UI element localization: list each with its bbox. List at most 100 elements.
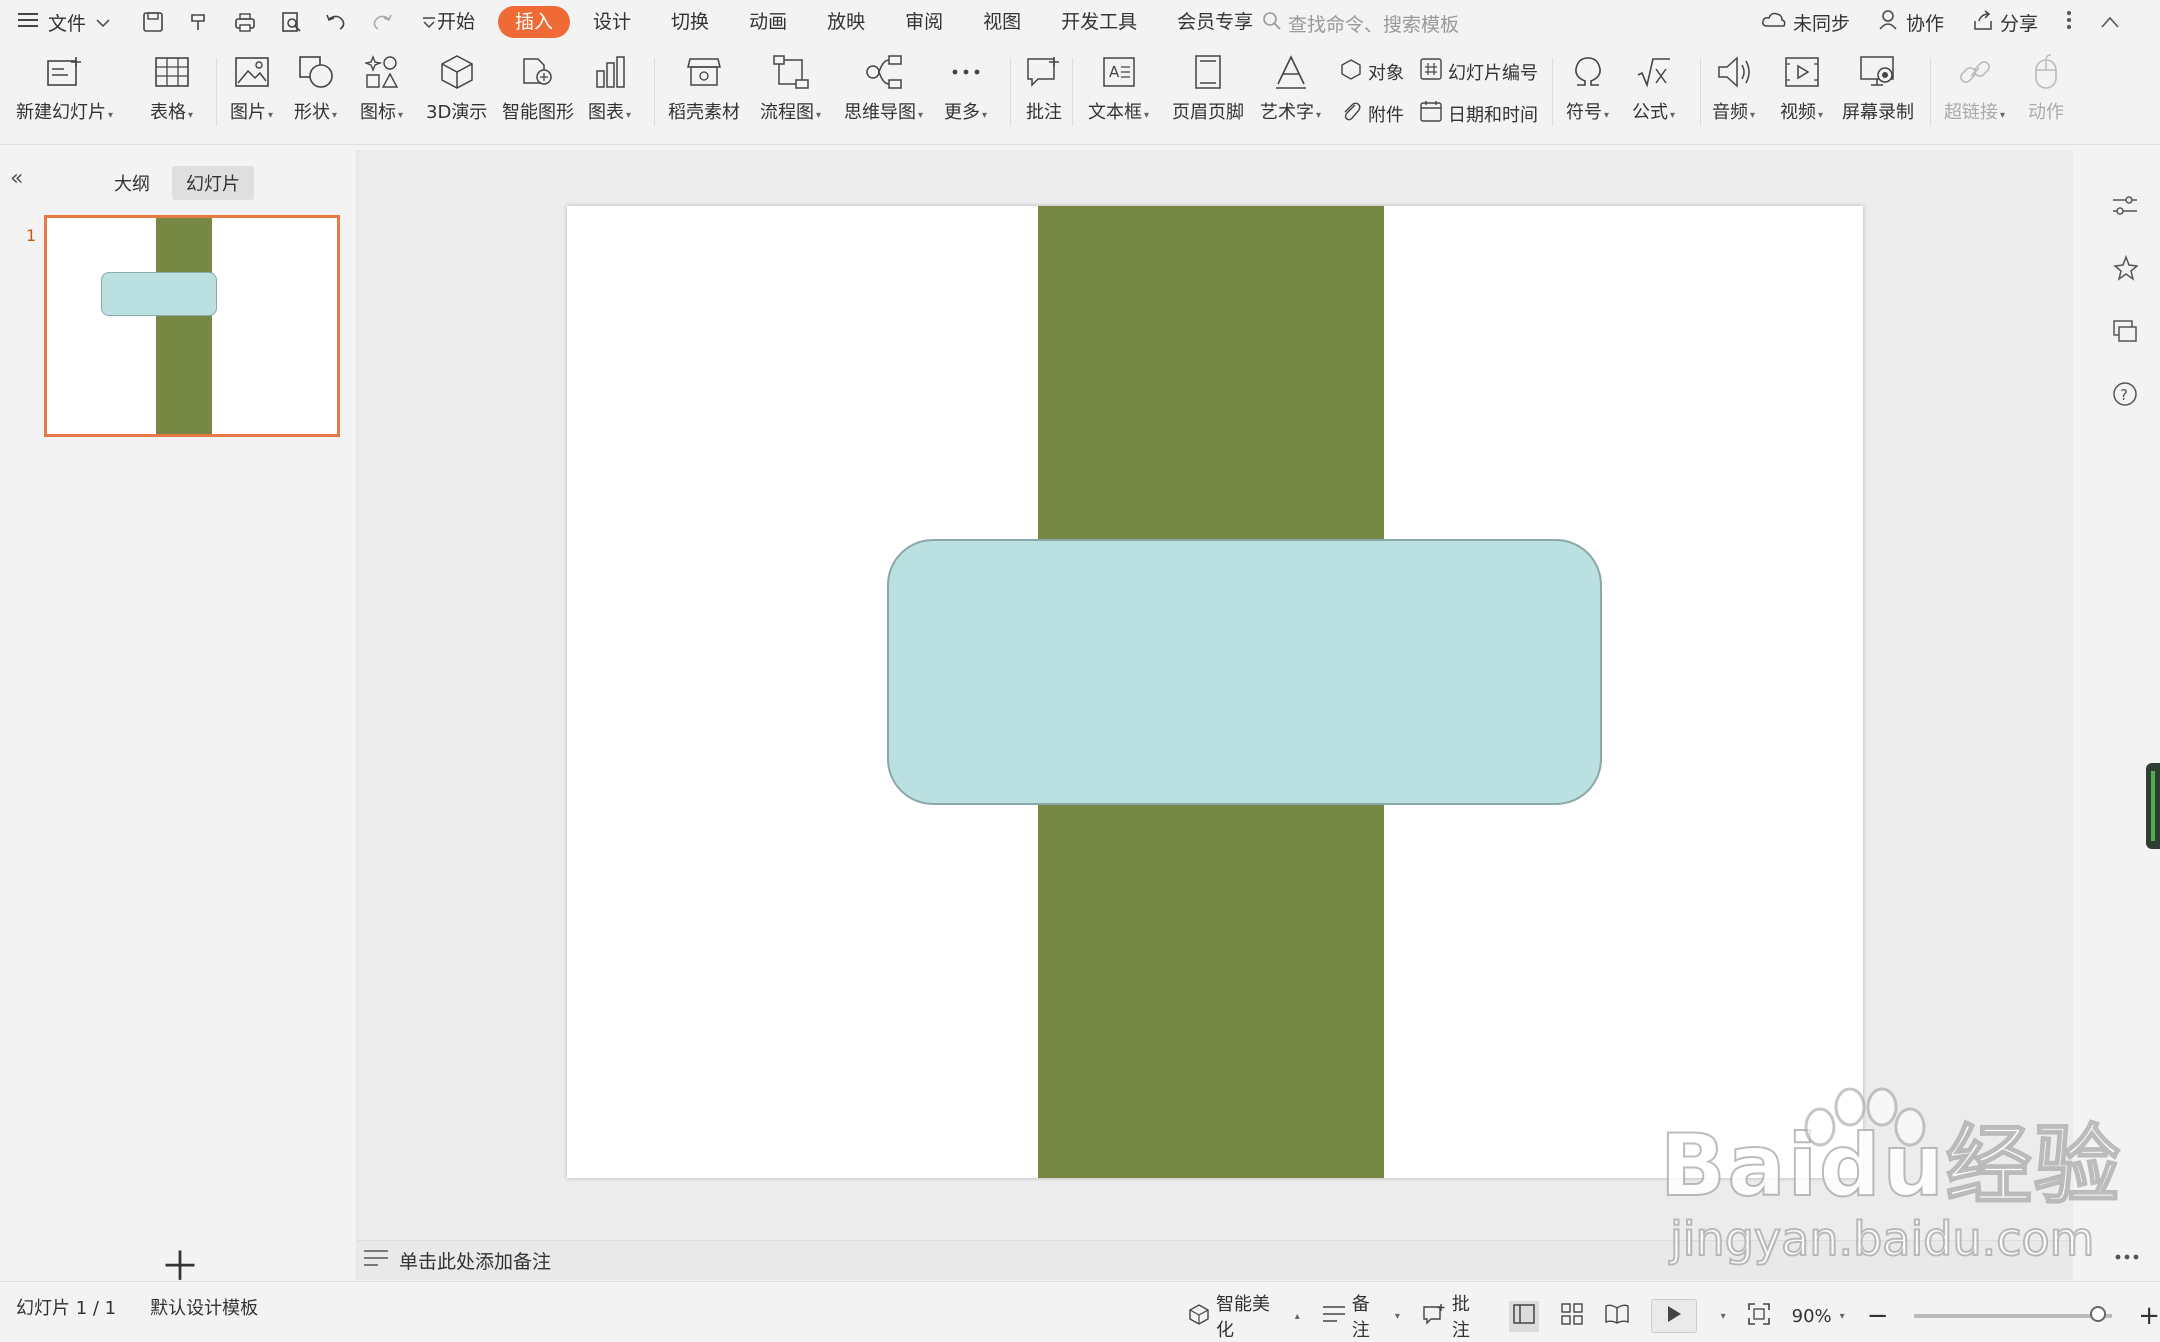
tab-developer[interactable]: 开发工具 bbox=[1044, 6, 1154, 38]
play-slideshow-button[interactable] bbox=[1651, 1299, 1697, 1333]
format-painter-icon[interactable] bbox=[186, 9, 212, 35]
collapse-ribbon-icon[interactable] bbox=[2100, 12, 2120, 34]
chart-button[interactable]: 图表 ▾ bbox=[588, 52, 631, 136]
video-button[interactable]: 视频 ▾ bbox=[1780, 52, 1823, 136]
right-task-icons: ? bbox=[2112, 195, 2139, 411]
magic-star-icon[interactable] bbox=[2112, 254, 2139, 285]
3d-demo-button[interactable]: 3D演示 bbox=[426, 52, 487, 136]
textbox-button[interactable]: A 文本框 ▾ bbox=[1088, 52, 1149, 136]
link-icon bbox=[1955, 52, 1995, 92]
table-label: 表格 bbox=[150, 102, 186, 123]
sync-button[interactable]: 未同步 bbox=[1761, 9, 1850, 36]
comment-toggle-label: 批注 bbox=[1451, 1294, 1470, 1341]
datetime-button[interactable]: 日期和时间 bbox=[1420, 100, 1538, 127]
command-search[interactable]: 查找命令、搜索模板 bbox=[1262, 10, 1459, 37]
mindmap-button[interactable]: 思维导图 ▾ bbox=[844, 52, 923, 136]
undo-icon[interactable] bbox=[324, 9, 350, 35]
tab-slides[interactable]: 幻灯片 bbox=[172, 166, 254, 200]
comment-toggle-button[interactable]: 批注 bbox=[1422, 1290, 1487, 1342]
properties-sliders-icon[interactable] bbox=[2112, 195, 2138, 221]
normal-view-icon[interactable] bbox=[1509, 1300, 1540, 1332]
formula-button[interactable]: 公式 ▾ bbox=[1632, 52, 1675, 136]
svg-text:?: ? bbox=[2120, 386, 2128, 404]
slide-canvas[interactable] bbox=[567, 206, 1863, 1178]
slide-number-button[interactable]: 幻灯片编号 bbox=[1420, 58, 1538, 85]
object-button[interactable]: 对象 bbox=[1340, 58, 1404, 85]
slide-transition-icon[interactable] bbox=[2112, 319, 2138, 347]
tab-insert[interactable]: 插入 bbox=[498, 6, 571, 38]
help-icon[interactable]: ? bbox=[2112, 381, 2138, 411]
header-footer-icon bbox=[1188, 52, 1228, 92]
tab-review[interactable]: 审阅 bbox=[888, 6, 960, 38]
zoom-out-icon[interactable]: − bbox=[1867, 1303, 1889, 1329]
ribbon-tabs: 开始 插入 设计 切换 动画 放映 审阅 视图 开发工具 会员专享 bbox=[420, 6, 1276, 38]
insert-ribbon: 新建幻灯片 ▾ 表格 ▾ 图片 ▾ 形状 ▾ 图标 ▾ 3D演示 智能图形 图表 ▾ 稻壳素… bbox=[0, 44, 2160, 145]
more-vertical-icon[interactable] bbox=[2066, 10, 2072, 35]
notes-toggle-button[interactable]: 备注 ▾ bbox=[1322, 1290, 1400, 1342]
audio-button[interactable]: 音频 ▾ bbox=[1712, 52, 1755, 136]
shape-label: 形状 bbox=[294, 102, 330, 123]
textbox-label: 文本框 bbox=[1088, 102, 1142, 123]
attachment-button[interactable]: 附件 bbox=[1340, 100, 1404, 127]
file-menu[interactable]: 文件 bbox=[18, 8, 110, 36]
template-name[interactable]: 默认设计模板 bbox=[150, 1294, 258, 1320]
icon-button[interactable]: 图标 ▾ bbox=[360, 52, 403, 136]
table-button[interactable]: 表格 ▾ bbox=[150, 52, 193, 136]
comment-label: 批注 bbox=[1026, 102, 1062, 123]
smartart-button[interactable]: 智能图形 bbox=[502, 52, 574, 136]
save-icon[interactable] bbox=[140, 9, 166, 35]
shape-button[interactable]: 形状 ▾ bbox=[294, 52, 337, 136]
speaker-icon bbox=[1714, 52, 1754, 92]
new-slide-button[interactable]: 新建幻灯片 ▾ bbox=[16, 52, 113, 136]
tab-animations[interactable]: 动画 bbox=[732, 6, 804, 38]
picture-label: 图片 bbox=[230, 102, 266, 123]
panel-tabs: 大纲 幻灯片 bbox=[100, 166, 254, 200]
hyperlink-button[interactable]: 超链接 ▾ bbox=[1944, 52, 2005, 136]
right-edge-handle[interactable] bbox=[2146, 763, 2160, 849]
tab-home[interactable]: 开始 bbox=[420, 6, 492, 38]
header-footer-button[interactable]: 页眉页脚 bbox=[1172, 52, 1244, 136]
slide-thumbnail[interactable] bbox=[44, 215, 340, 437]
collapse-panel-icon[interactable]: « bbox=[10, 166, 23, 191]
material-button[interactable]: 稻壳素材 bbox=[668, 52, 740, 136]
flowchart-button[interactable]: 流程图 ▾ bbox=[760, 52, 821, 136]
tab-slideshow[interactable]: 放映 bbox=[810, 6, 882, 38]
tab-outline[interactable]: 大纲 bbox=[100, 166, 164, 200]
tab-member[interactable]: 会员专享 bbox=[1160, 6, 1270, 38]
cube-icon bbox=[437, 52, 477, 92]
collaborate-button[interactable]: 协作 bbox=[1878, 9, 1944, 36]
share-button[interactable]: 分享 bbox=[1972, 9, 2038, 36]
action-button[interactable]: 动作 bbox=[2026, 52, 2066, 136]
comment-button[interactable]: 批注 bbox=[1024, 52, 1064, 136]
zoom-in-icon[interactable]: + bbox=[2138, 1303, 2160, 1329]
grid-view-icon[interactable] bbox=[1561, 1302, 1583, 1330]
notes-lines-icon bbox=[363, 1248, 389, 1273]
symbol-button[interactable]: 符号 ▾ bbox=[1566, 52, 1609, 136]
play-options-icon[interactable]: ▾ bbox=[1721, 1311, 1726, 1322]
tab-view[interactable]: 视图 bbox=[966, 6, 1038, 38]
print-icon[interactable] bbox=[232, 9, 258, 35]
light-blue-rounded-rectangle[interactable] bbox=[887, 539, 1602, 805]
redo-icon[interactable] bbox=[370, 9, 396, 35]
tab-design[interactable]: 设计 bbox=[576, 6, 648, 38]
smart-beautify-button[interactable]: 智能美化 ▴ bbox=[1188, 1290, 1300, 1342]
material-label: 稻壳素材 bbox=[668, 102, 740, 123]
sync-label: 未同步 bbox=[1792, 13, 1850, 35]
screen-record-button[interactable]: 屏幕录制 bbox=[1842, 52, 1914, 136]
reading-view-icon[interactable] bbox=[1605, 1304, 1629, 1329]
mindmap-icon bbox=[864, 52, 904, 92]
zoom-slider[interactable] bbox=[1914, 1306, 2113, 1322]
zoom-level-dropdown[interactable]: 90% ▾ bbox=[1792, 1306, 1845, 1327]
more-button[interactable]: 更多 ▾ bbox=[944, 52, 987, 136]
print-preview-icon[interactable] bbox=[278, 9, 304, 35]
tab-transitions[interactable]: 切换 bbox=[654, 6, 726, 38]
fit-window-icon[interactable] bbox=[1747, 1302, 1770, 1330]
wordart-button[interactable]: 艺术字 ▾ bbox=[1260, 52, 1321, 136]
svg-text:A: A bbox=[1109, 63, 1120, 81]
formula-label: 公式 bbox=[1632, 102, 1668, 123]
editing-canvas bbox=[357, 150, 2073, 1240]
zoom-slider-knob[interactable] bbox=[2090, 1306, 2107, 1322]
bar-chart-icon bbox=[590, 52, 630, 92]
beautify-label: 智能美化 bbox=[1216, 1294, 1270, 1341]
picture-button[interactable]: 图片 ▾ bbox=[230, 52, 273, 136]
